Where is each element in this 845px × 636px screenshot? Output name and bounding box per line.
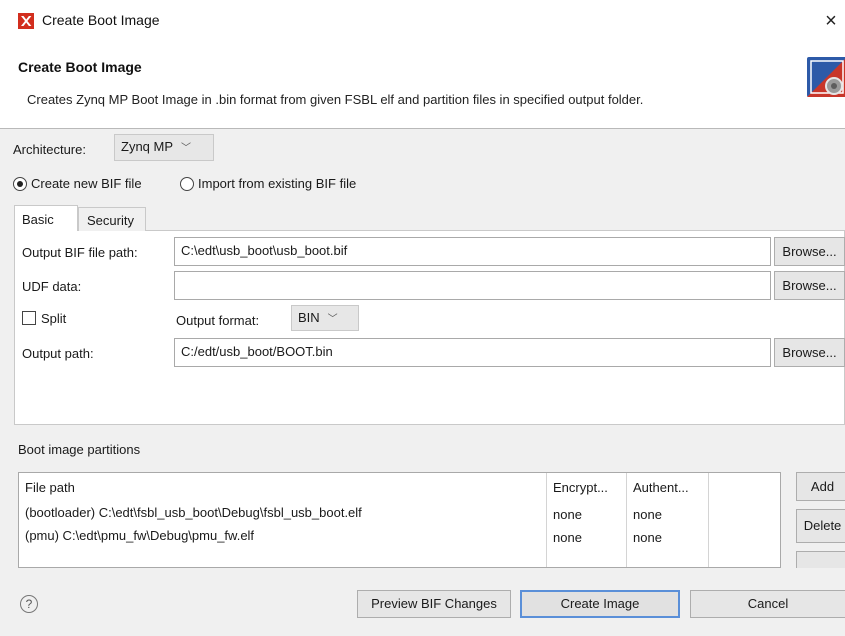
- browse-udf-button[interactable]: Browse...: [774, 271, 845, 300]
- header-title: Create Boot Image: [18, 59, 142, 75]
- output-path-label: Output path:: [22, 346, 94, 361]
- window-title: Create Boot Image: [42, 12, 160, 28]
- create-new-bif-label[interactable]: Create new BIF file: [31, 176, 142, 191]
- row-file-path: (pmu) C:\edt\pmu_fw\Debug\pmu_fw.elf: [25, 528, 255, 543]
- row-file-path: (bootloader) C:\edt\fsbl_usb_boot\Debug\…: [25, 505, 362, 520]
- column-divider: [708, 473, 709, 567]
- output-format-select[interactable]: BIN ﹀: [291, 305, 359, 331]
- row-authenticate: none: [633, 507, 662, 522]
- chevron-down-icon: ﹀: [327, 314, 338, 325]
- create-image-button[interactable]: Create Image: [520, 590, 680, 618]
- udf-data-input[interactable]: [174, 271, 771, 300]
- boot-image-partitions-label: Boot image partitions: [18, 442, 141, 457]
- import-bif-radio[interactable]: [180, 177, 194, 191]
- delete-partition-button[interactable]: Delete: [796, 509, 845, 543]
- architecture-value: Zynq MP: [121, 139, 174, 154]
- preview-bif-changes-button[interactable]: Preview BIF Changes: [357, 590, 511, 618]
- row-encrypt: none: [553, 507, 582, 522]
- udf-data-label: UDF data:: [22, 279, 82, 294]
- output-format-label: Output format:: [176, 313, 260, 328]
- close-icon[interactable]: ×: [818, 8, 844, 34]
- output-path-input[interactable]: C:/edt/usb_boot/BOOT.bin: [174, 338, 771, 367]
- help-icon[interactable]: ?: [20, 595, 38, 613]
- column-header-authenticate[interactable]: Authent...: [633, 480, 689, 495]
- output-bif-label: Output BIF file path:: [22, 245, 138, 260]
- output-bif-path-input[interactable]: C:\edt\usb_boot\usb_boot.bif: [174, 237, 771, 266]
- tab-basic[interactable]: Basic: [14, 205, 78, 231]
- create-new-bif-radio[interactable]: [13, 177, 27, 191]
- output-format-value: BIN: [298, 310, 320, 325]
- column-divider: [546, 473, 547, 567]
- cancel-button[interactable]: Cancel: [690, 590, 845, 618]
- dialog-header: [0, 40, 845, 129]
- column-header-file-path[interactable]: File path: [25, 480, 75, 495]
- browse-output-path-button[interactable]: Browse...: [774, 338, 845, 367]
- split-checkbox[interactable]: [22, 311, 36, 325]
- browse-bif-button[interactable]: Browse...: [774, 237, 845, 266]
- split-label[interactable]: Split: [41, 311, 66, 326]
- column-divider: [626, 473, 627, 567]
- partitions-table[interactable]: File path Encrypt... Authent... (bootloa…: [18, 472, 781, 568]
- architecture-select[interactable]: Zynq MP ﹀: [114, 134, 214, 161]
- chevron-down-icon: ﹀: [181, 143, 192, 154]
- xilinx-icon: [18, 13, 34, 29]
- boot-image-wizard-icon: [804, 55, 845, 99]
- import-bif-label[interactable]: Import from existing BIF file: [198, 176, 356, 191]
- column-header-encrypt[interactable]: Encrypt...: [553, 480, 608, 495]
- add-partition-button[interactable]: Add: [796, 472, 845, 501]
- row-encrypt: none: [553, 530, 582, 545]
- architecture-label: Architecture:: [13, 142, 86, 157]
- header-description: Creates Zynq MP Boot Image in .bin forma…: [27, 92, 644, 107]
- row-authenticate: none: [633, 530, 662, 545]
- tab-security[interactable]: Security: [78, 207, 146, 231]
